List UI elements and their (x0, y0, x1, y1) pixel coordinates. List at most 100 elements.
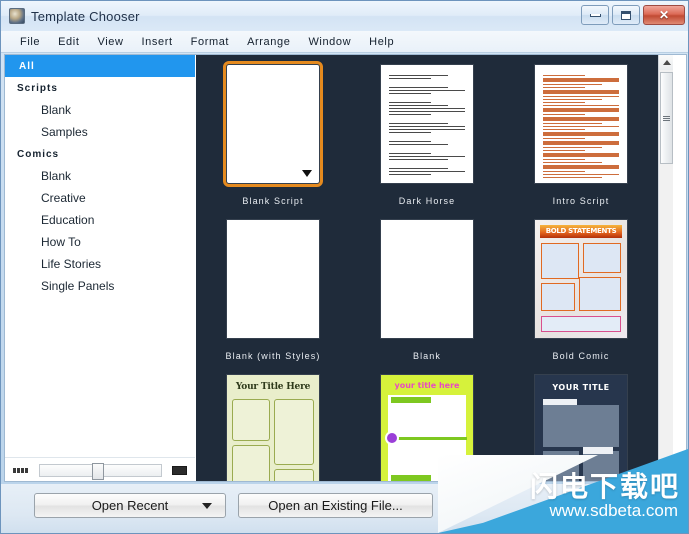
open-recent-label: Open Recent (91, 498, 169, 513)
sidebar-group-comics: Comics (17, 148, 60, 160)
sidebar-item-comics-creative[interactable]: Creative (5, 187, 195, 209)
scroll-up-button[interactable] (659, 55, 673, 70)
template-thumbnail-olive[interactable]: Your Title Here (225, 371, 321, 481)
menu-insert[interactable]: Insert (133, 34, 182, 50)
template-card[interactable]: Blank (with Styles) (196, 216, 350, 371)
template-thumbnail-navy[interactable]: YOUR TITLE HERE (533, 371, 629, 481)
thumbnail-image (381, 220, 473, 338)
template-card[interactable]: BOLD STATEMENTS Bold Comic (504, 216, 658, 371)
close-button[interactable]: ✕ (643, 5, 685, 25)
thumbnail-image: YOUR TITLE HERE (535, 375, 627, 481)
thumbnail-size-slider[interactable] (39, 463, 162, 480)
open-existing-file-button[interactable]: Open an Existing File... (238, 493, 433, 518)
comic-caption-strip (391, 397, 431, 403)
sidebar-item-comics-single-panels[interactable]: Single Panels (5, 275, 195, 297)
window-title: Template Chooser (31, 8, 140, 24)
thumbnail-size-controls (5, 457, 195, 481)
thumbnail-image (381, 65, 473, 183)
sidebar-item-scripts-blank[interactable]: Blank (5, 99, 195, 121)
open-recent-button[interactable]: Open Recent (34, 493, 226, 518)
comic-caption-strip (583, 447, 613, 454)
template-card[interactable]: YOUR TITLE HERE (504, 371, 658, 481)
olive-comic-art: Your Title Here (227, 375, 319, 481)
template-label: Intro Script (552, 196, 610, 206)
thumbnail-image: your title here (381, 375, 473, 481)
menu-window[interactable]: Window (299, 34, 360, 50)
template-thumbnail-blank[interactable] (379, 216, 475, 338)
template-thumbnail-bold-comic[interactable]: BOLD STATEMENTS (533, 216, 629, 338)
slider-handle[interactable] (92, 463, 105, 480)
sidebar-item-comics-life-stories[interactable]: Life Stories (5, 253, 195, 275)
comic-panel-box (583, 451, 619, 481)
sidebar-item-scripts-samples[interactable]: Samples (5, 121, 195, 143)
bold-comic-art: BOLD STATEMENTS (535, 220, 627, 338)
template-card[interactable]: Blank Script (196, 61, 350, 216)
template-label: Blank (412, 351, 441, 361)
small-thumbnails-icon[interactable] (13, 468, 29, 473)
comic-panel-box (232, 445, 270, 481)
comic-panel-box (274, 469, 314, 481)
template-thumbnail-lime[interactable]: your title here (379, 371, 475, 481)
template-card[interactable]: Your Title Here (196, 371, 350, 481)
thumbnail-image: BOLD STATEMENTS (535, 220, 627, 338)
comic-divider (391, 437, 467, 440)
menu-format[interactable]: Format (182, 34, 238, 50)
comic-panel-box (543, 451, 579, 481)
lime-comic-art: your title here (381, 375, 473, 481)
template-card[interactable]: Blank (350, 216, 504, 371)
comic-panel-box (583, 243, 621, 273)
template-thumbnail-intro-script[interactable] (533, 61, 629, 183)
menu-arrange[interactable]: Arrange (238, 34, 299, 50)
template-art-title: BOLD STATEMENTS (540, 225, 622, 238)
sidebar-group-scripts: Scripts (17, 82, 58, 94)
minimize-icon (589, 13, 601, 17)
thumbnail-image: Your Title Here (227, 375, 319, 481)
scrollbar-thumb[interactable] (660, 72, 673, 164)
app-icon (9, 8, 25, 24)
chevron-down-icon[interactable] (302, 170, 312, 177)
footer-bar: Open Recent Open an Existing File... (1, 484, 688, 533)
template-thumbnail-dark-horse[interactable] (379, 61, 475, 183)
minimize-button[interactable] (581, 5, 609, 25)
template-card[interactable]: Intro Script (504, 61, 658, 216)
application-window: Template Chooser ✕ File Edit View Insert… (0, 0, 689, 534)
menu-help[interactable]: Help (360, 34, 403, 50)
comic-caption-strip (541, 316, 621, 332)
template-card[interactable]: your title here (350, 371, 504, 481)
content-area: All Scripts Blank Samples Comics Blank C… (4, 54, 687, 482)
menu-view[interactable]: View (88, 34, 132, 50)
template-grid: Blank Script Dark Horse Intro Script Bla… (196, 55, 658, 481)
title-bar: Template Chooser ✕ (1, 1, 688, 31)
maximize-button[interactable] (612, 5, 640, 25)
vertical-scrollbar[interactable] (658, 55, 673, 481)
sidebar-item-all[interactable]: All (5, 55, 195, 77)
template-thumbnail-blank-with-styles[interactable] (225, 216, 321, 338)
sidebar-item-comics-how-to[interactable]: How To (5, 231, 195, 253)
window-controls: ✕ (581, 5, 685, 25)
sidebar-item-comics-blank[interactable]: Blank (5, 165, 195, 187)
large-thumbnails-icon[interactable] (172, 466, 187, 475)
menu-bar: File Edit View Insert Format Arrange Win… (1, 31, 688, 53)
thumbnail-image (223, 61, 323, 187)
navy-comic-art: YOUR TITLE HERE (535, 375, 627, 481)
comic-panel-box (541, 283, 575, 311)
comic-panel-box (274, 399, 314, 465)
menu-edit[interactable]: Edit (49, 34, 88, 50)
template-card[interactable]: Dark Horse (350, 61, 504, 216)
comic-caption-strip (391, 475, 431, 481)
chevron-down-icon (202, 502, 212, 509)
menu-file[interactable]: File (11, 34, 49, 50)
maximize-icon (621, 10, 631, 20)
template-label: Blank Script (242, 196, 304, 206)
sidebar-item-comics-education[interactable]: Education (5, 209, 195, 231)
template-label: Bold Comic (552, 351, 610, 361)
template-art-title: Your Title Here (235, 382, 311, 392)
document-preview-lines (543, 75, 619, 180)
comic-panel-box (543, 405, 619, 447)
category-sidebar: All Scripts Blank Samples Comics Blank C… (5, 55, 195, 481)
open-existing-file-label: Open an Existing File... (268, 498, 403, 513)
thumbnail-image (535, 65, 627, 183)
template-thumbnail-blank-script[interactable] (223, 61, 323, 187)
template-art-title: your title here (394, 381, 460, 390)
comic-panel-box (579, 277, 621, 311)
